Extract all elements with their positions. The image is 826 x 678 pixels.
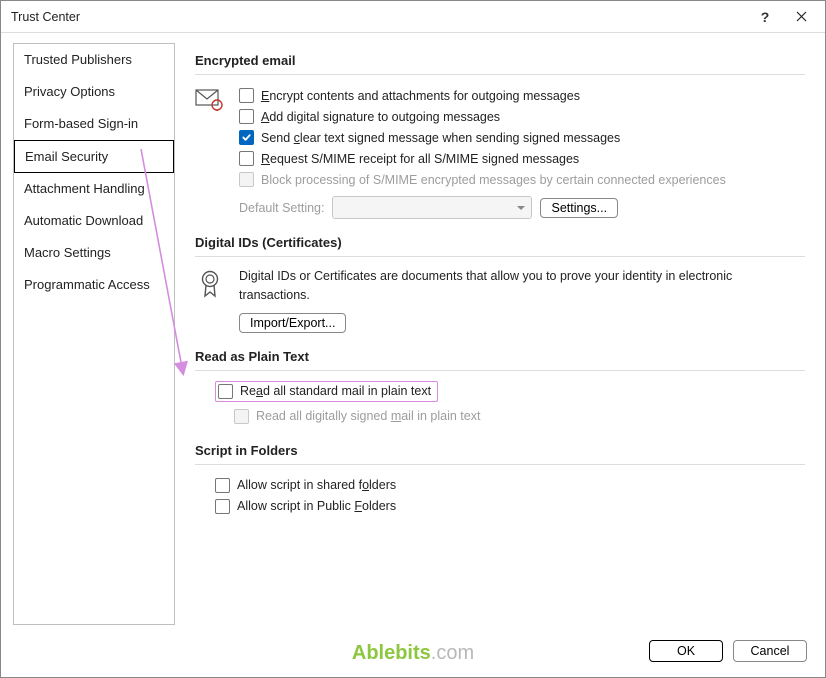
watermark: Ablebits.com bbox=[352, 642, 474, 665]
script-public-option[interactable]: Allow script in Public Folders bbox=[215, 496, 805, 517]
encrypted-section: Encrypt contents and attachments for out… bbox=[195, 85, 805, 219]
divider bbox=[195, 256, 805, 257]
default-setting-label: Default Setting: bbox=[239, 201, 324, 215]
checkbox-label: Block processing of S/MIME encrypted mes… bbox=[261, 173, 726, 187]
divider bbox=[195, 464, 805, 465]
email-security-pane: Encrypted email Encrypt contents and att… bbox=[175, 43, 813, 625]
watermark-brand: Ablebits bbox=[352, 642, 431, 664]
trust-center-dialog: Trust Center ? Trusted Publishers Privac… bbox=[0, 0, 826, 678]
sidebar-item-automatic-download[interactable]: Automatic Download bbox=[14, 205, 174, 237]
checkbox[interactable] bbox=[239, 130, 254, 145]
section-title-plain-text: Read as Plain Text bbox=[195, 349, 805, 364]
sign-option[interactable]: Add digital signature to outgoing messag… bbox=[239, 106, 805, 127]
checkbox-label: Read all standard mail in plain text bbox=[240, 384, 431, 398]
dialog-footer: Ablebits.com OK Cancel bbox=[1, 625, 825, 677]
ok-button[interactable]: OK bbox=[649, 640, 723, 662]
sidebar-item-privacy-options[interactable]: Privacy Options bbox=[14, 76, 174, 108]
divider bbox=[195, 74, 805, 75]
sidebar-item-label: Programmatic Access bbox=[24, 277, 150, 292]
help-button[interactable]: ? bbox=[747, 3, 783, 31]
checkbox[interactable] bbox=[215, 478, 230, 493]
sidebar: Trusted Publishers Privacy Options Form-… bbox=[13, 43, 175, 625]
import-export-button[interactable]: Import/Export... bbox=[239, 313, 346, 333]
titlebar: Trust Center ? bbox=[1, 1, 825, 33]
dialog-title: Trust Center bbox=[11, 10, 747, 24]
close-button[interactable] bbox=[783, 3, 819, 31]
digital-ids-description: Digital IDs or Certificates are document… bbox=[239, 267, 805, 305]
sidebar-item-trusted-publishers[interactable]: Trusted Publishers bbox=[14, 44, 174, 76]
envelope-seal-icon bbox=[195, 85, 225, 113]
highlighted-option: Read all standard mail in plain text bbox=[215, 381, 438, 402]
sidebar-item-label: Automatic Download bbox=[24, 213, 143, 228]
checkbox bbox=[239, 172, 254, 187]
sidebar-item-label: Trusted Publishers bbox=[24, 52, 132, 67]
checkbox-label: Add digital signature to outgoing messag… bbox=[261, 110, 500, 124]
content-area: Trusted Publishers Privacy Options Form-… bbox=[1, 33, 825, 625]
settings-button[interactable]: Settings... bbox=[540, 198, 618, 218]
encrypt-option[interactable]: Encrypt contents and attachments for out… bbox=[239, 85, 805, 106]
checkbox-label: Send clear text signed message when send… bbox=[261, 131, 620, 145]
checkbox[interactable] bbox=[215, 499, 230, 514]
sidebar-item-label: Email Security bbox=[25, 149, 108, 164]
watermark-domain: .com bbox=[431, 642, 474, 664]
checkbox[interactable] bbox=[239, 109, 254, 124]
read-digitally-signed-option: Read all digitally signed mail in plain … bbox=[215, 406, 805, 427]
sidebar-item-programmatic-access[interactable]: Programmatic Access bbox=[14, 269, 174, 301]
section-title-script: Script in Folders bbox=[195, 443, 805, 458]
sidebar-item-label: Attachment Handling bbox=[24, 181, 145, 196]
sidebar-item-label: Form-based Sign-in bbox=[24, 116, 138, 131]
digital-ids-section: Digital IDs or Certificates are document… bbox=[195, 267, 805, 333]
block-option: Block processing of S/MIME encrypted mes… bbox=[239, 169, 805, 190]
default-setting-dropdown bbox=[332, 196, 532, 219]
help-icon: ? bbox=[761, 9, 770, 25]
checkbox-label: Allow script in Public Folders bbox=[237, 499, 396, 513]
checkbox-label: Encrypt contents and attachments for out… bbox=[261, 89, 580, 103]
checkbox bbox=[234, 409, 249, 424]
checkbox-label: Allow script in shared folders bbox=[237, 478, 396, 492]
checkbox[interactable] bbox=[239, 151, 254, 166]
divider bbox=[195, 370, 805, 371]
sidebar-item-email-security[interactable]: Email Security bbox=[14, 140, 174, 173]
sidebar-item-form-signin[interactable]: Form-based Sign-in bbox=[14, 108, 174, 140]
sidebar-item-macro-settings[interactable]: Macro Settings bbox=[14, 237, 174, 269]
default-setting-row: Default Setting: Settings... bbox=[239, 196, 805, 219]
cleartext-option[interactable]: Send clear text signed message when send… bbox=[239, 127, 805, 148]
checkbox[interactable] bbox=[239, 88, 254, 103]
checkbox[interactable] bbox=[218, 384, 233, 399]
section-title-digital-ids: Digital IDs (Certificates) bbox=[195, 235, 805, 250]
section-title-encrypted: Encrypted email bbox=[195, 53, 805, 68]
encrypted-fields: Encrypt contents and attachments for out… bbox=[239, 85, 805, 219]
sidebar-item-attachment-handling[interactable]: Attachment Handling bbox=[14, 173, 174, 205]
digital-ids-fields: Digital IDs or Certificates are document… bbox=[239, 267, 805, 333]
cancel-button[interactable]: Cancel bbox=[733, 640, 807, 662]
receipt-option[interactable]: Request S/MIME receipt for all S/MIME si… bbox=[239, 148, 805, 169]
script-shared-option[interactable]: Allow script in shared folders bbox=[215, 475, 805, 496]
sidebar-item-label: Privacy Options bbox=[24, 84, 115, 99]
close-icon bbox=[796, 9, 807, 25]
checkbox-label: Request S/MIME receipt for all S/MIME si… bbox=[261, 152, 579, 166]
certificate-ribbon-icon bbox=[195, 267, 225, 299]
sidebar-item-label: Macro Settings bbox=[24, 245, 111, 260]
checkbox-label: Read all digitally signed mail in plain … bbox=[256, 409, 480, 423]
